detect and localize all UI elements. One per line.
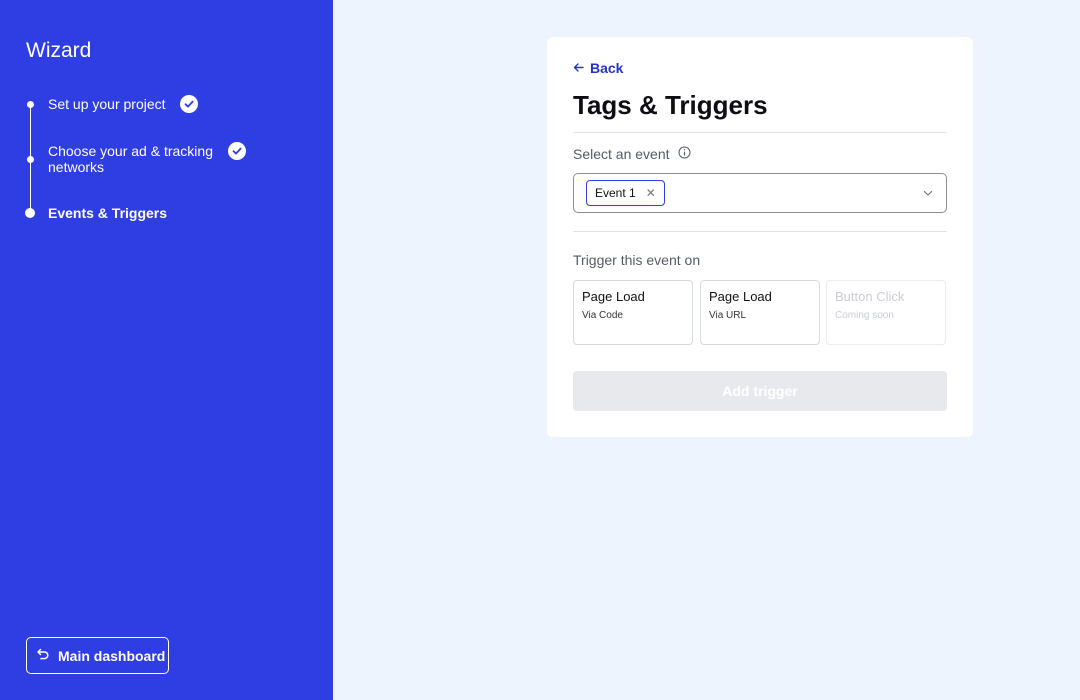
select-event-label: Select an event bbox=[573, 146, 691, 162]
trigger-options: Page Load Via Code Page Load Via URL But… bbox=[573, 280, 947, 345]
option-subtitle: Via Code bbox=[582, 310, 623, 321]
option-title: Page Load bbox=[709, 289, 772, 304]
add-trigger-button[interactable]: Add trigger bbox=[573, 371, 947, 411]
trigger-option-page-load-code[interactable]: Page Load Via Code bbox=[573, 280, 693, 345]
option-title: Button Click bbox=[835, 289, 905, 304]
step-dot-project bbox=[26, 100, 34, 108]
chevron-down-icon[interactable] bbox=[922, 186, 934, 204]
step-label-project[interactable]: Set up your project bbox=[48, 96, 166, 112]
title-divider bbox=[573, 132, 947, 133]
back-label: Back bbox=[590, 60, 624, 76]
arrow-left-icon bbox=[573, 60, 584, 76]
undo-arrow-icon bbox=[36, 647, 50, 664]
event-select[interactable]: Event 1 ✕ bbox=[573, 173, 947, 213]
step-label-networks[interactable]: Choose your ad & tracking networks bbox=[48, 143, 223, 175]
option-subtitle: Coming soon bbox=[835, 310, 894, 321]
page-title: Tags & Triggers bbox=[573, 90, 768, 120]
option-title: Page Load bbox=[582, 289, 645, 304]
trigger-option-page-load-url[interactable]: Page Load Via URL bbox=[700, 280, 820, 345]
remove-chip-icon[interactable]: ✕ bbox=[646, 186, 656, 200]
check-icon bbox=[228, 142, 246, 160]
step-dot-networks bbox=[26, 155, 34, 163]
selected-event-label: Event 1 bbox=[595, 186, 636, 200]
back-link[interactable]: Back bbox=[573, 60, 623, 76]
trigger-option-button-click: Button Click Coming soon bbox=[826, 280, 946, 345]
tags-triggers-card: Back Tags & Triggers Select an event Eve… bbox=[547, 37, 973, 437]
option-subtitle: Via URL bbox=[709, 310, 747, 321]
section-divider bbox=[573, 231, 947, 232]
trigger-label: Trigger this event on bbox=[573, 252, 701, 268]
info-icon[interactable] bbox=[678, 146, 691, 162]
wizard-sidebar: Wizard Set up your project Choose your a… bbox=[0, 0, 333, 700]
wizard-steps: Set up your project Choose your ad & tra… bbox=[0, 0, 333, 260]
step-label-events[interactable]: Events & Triggers bbox=[48, 205, 167, 221]
main-dashboard-label: Main dashboard bbox=[58, 647, 166, 664]
selected-event-chip: Event 1 ✕ bbox=[586, 180, 665, 206]
step-dot-events-active bbox=[25, 208, 35, 218]
main-dashboard-button[interactable]: Main dashboard bbox=[26, 637, 169, 674]
select-event-text: Select an event bbox=[573, 146, 670, 162]
check-icon bbox=[180, 95, 198, 113]
